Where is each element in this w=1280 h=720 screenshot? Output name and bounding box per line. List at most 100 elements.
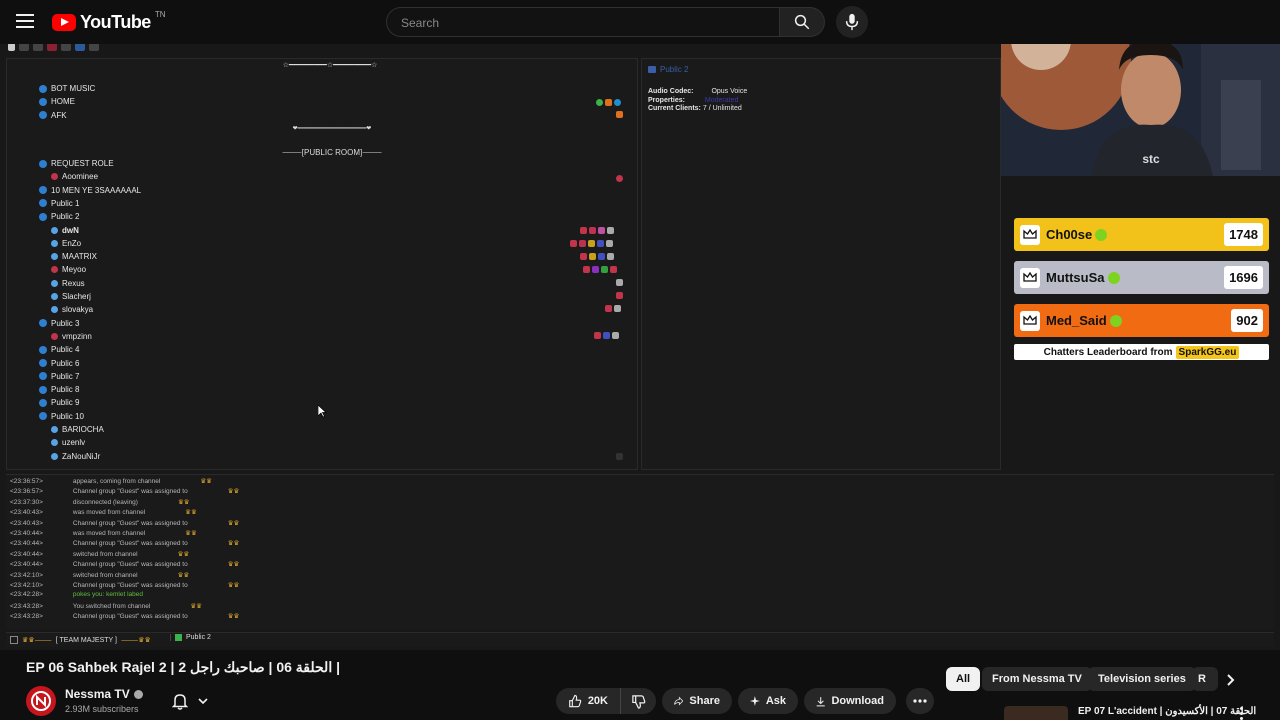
user-icon <box>51 226 58 234</box>
properties-label: Properties: <box>648 96 685 104</box>
channel-avatar[interactable] <box>26 686 56 716</box>
next-video-thumbnail[interactable] <box>1004 706 1068 720</box>
menu-icon[interactable] <box>16 14 34 28</box>
deco-line: ❤━━━━━━━━━━━━━━━━━━━❤ <box>292 126 372 132</box>
log-message: switched from channel <box>72 571 138 579</box>
user-item[interactable]: MAATRIX <box>51 252 97 261</box>
user-name: MAATRIX <box>62 252 97 262</box>
channel-label: Public 4 <box>51 345 80 355</box>
log-time: <23:36:57> <box>10 478 43 485</box>
search-button[interactable] <box>780 7 825 37</box>
log-message: You switched from channel <box>72 602 151 610</box>
log-message: switched from channel <box>72 550 138 558</box>
next-video-title[interactable]: EP 07 L'accident | الحلقة 07 | الأكسيدون <box>1078 706 1256 717</box>
properties-value: Moderated <box>704 96 739 104</box>
user-icon <box>51 266 58 274</box>
teamspeak-log[interactable]: <23:36:57> appears, coming from channel ♛♛… <box>6 474 1274 629</box>
channel-item[interactable]: 10 MEN YE 3SAAAAAAL <box>39 186 141 195</box>
tab-public-2[interactable]: Public 2 <box>170 634 211 641</box>
channel-label: HOME <box>51 97 75 107</box>
toolbar-icon[interactable] <box>89 44 99 51</box>
ask-button[interactable]: Ask <box>738 688 798 714</box>
log-message: Channel group "Guest" was assigned to <box>72 561 188 569</box>
close-icon[interactable] <box>8 44 15 51</box>
crown-deco: ♛♛ <box>227 488 240 496</box>
video-player[interactable]: ☆━━━━━━━━━☆━━━━━━━━━☆ BOT MUSIC HOME AFK ❤… <box>0 44 1280 650</box>
like-button[interactable]: 20K <box>556 688 620 714</box>
channel-icon <box>39 398 47 407</box>
public-room-label: ⸻[PUBLIC ROOM]⸻ <box>282 148 382 157</box>
channel-item[interactable]: Public 8 <box>39 385 79 394</box>
status-badges <box>580 253 614 260</box>
chip-all[interactable]: All <box>946 667 981 691</box>
download-button[interactable]: Download <box>804 688 896 714</box>
crown-deco: ♛♛ <box>227 561 240 569</box>
user-icon <box>51 452 58 460</box>
user-item[interactable]: uzenlv <box>51 438 85 447</box>
channel-name[interactable]: Nessma TV <box>65 687 143 701</box>
channel-item[interactable]: Public 10 <box>39 412 84 421</box>
channel-item[interactable]: Public 9 <box>39 398 79 407</box>
voice-search-button[interactable] <box>836 6 868 38</box>
toolbar-icon[interactable] <box>61 44 71 51</box>
user-item[interactable]: ZaNouNiJr <box>51 452 100 461</box>
share-label: Share <box>689 695 720 707</box>
deco-banner: ☆━━━━━━━━━☆━━━━━━━━━☆ <box>282 62 378 69</box>
channel-name-text[interactable]: Nessma TV <box>65 687 130 701</box>
channel-item[interactable]: Public 3 <box>39 319 79 328</box>
more-horizontal-icon <box>913 699 927 703</box>
user-item[interactable]: BARIOCHA <box>51 425 104 434</box>
log-line: <23:40:43> was moved from channel ♛♛ <box>10 508 197 516</box>
log-line: <23:36:57> Channel group "Guest" was assi… <box>10 487 239 495</box>
channel-item[interactable]: Public 2 <box>39 212 79 221</box>
notifications-button[interactable] <box>160 688 220 714</box>
channel-icon <box>39 199 47 208</box>
status-badges <box>580 227 614 234</box>
dislike-button[interactable] <box>620 688 656 714</box>
channel-item[interactable]: Public 7 <box>39 372 79 381</box>
leaderboard-name: Ch00se <box>1046 227 1093 242</box>
status-badges <box>616 279 623 286</box>
search-input[interactable] <box>399 8 763 38</box>
channel-item[interactable]: Public 6 <box>39 359 79 368</box>
chip-from-nessma-tv[interactable]: From Nessma TV <box>982 667 1092 691</box>
share-button[interactable]: Share <box>662 688 732 714</box>
channel-item[interactable]: BOT MUSIC <box>39 84 95 93</box>
thumbs-down-icon <box>632 694 646 709</box>
chevron-right-icon <box>1227 674 1235 686</box>
chips-next-button[interactable] <box>1222 671 1240 689</box>
channel-item[interactable]: Public 1 <box>39 199 79 208</box>
channel-item[interactable]: REQUEST ROLE <box>39 159 114 168</box>
channel-label: Public 6 <box>51 358 80 368</box>
user-item[interactable]: vmpzinn <box>51 332 92 341</box>
tab-label: Public 2 <box>186 634 211 641</box>
log-message: was moved from channel <box>72 530 146 537</box>
youtube-logo[interactable]: YouTube TN <box>52 10 166 32</box>
chip-overflow[interactable]: R <box>1192 667 1218 691</box>
user-item[interactable]: slovakya <box>51 305 93 314</box>
crown-deco: ♛♛ <box>185 509 197 517</box>
channel-item[interactable]: AFK <box>39 111 67 120</box>
more-actions-button[interactable] <box>906 688 934 714</box>
toolbar-icon[interactable] <box>75 44 85 51</box>
user-name: Aoominee <box>62 172 99 182</box>
user-item[interactable]: EnZo <box>51 239 81 248</box>
next-video-menu-icon[interactable] <box>1240 707 1244 720</box>
leaderboard-row: Med_Said 902 <box>1014 304 1269 337</box>
user-item[interactable]: Meyoo <box>51 265 86 274</box>
toolbar-icon[interactable] <box>33 44 43 51</box>
toolbar-icon[interactable] <box>47 44 57 51</box>
channel-item[interactable]: Public 4 <box>39 345 79 354</box>
channel-item[interactable]: HOME <box>39 97 75 106</box>
crown-icon <box>1020 267 1040 288</box>
channel-icon <box>39 385 47 394</box>
user-item[interactable]: Aoominee <box>51 172 98 181</box>
tab-team-majesty[interactable]: ♛♛⸻[ TEAM MAJESTY ] ⸻♛♛ <box>10 635 151 645</box>
status-badges <box>594 332 619 339</box>
log-message: Channel group "Guest" was assigned to <box>72 582 188 589</box>
toolbar-icon[interactable] <box>19 44 29 51</box>
user-item[interactable]: dwN <box>51 226 79 235</box>
user-item[interactable]: Slacherj <box>51 292 91 301</box>
chip-television-series[interactable]: Television series <box>1088 667 1196 691</box>
user-item[interactable]: Rexus <box>51 279 85 288</box>
